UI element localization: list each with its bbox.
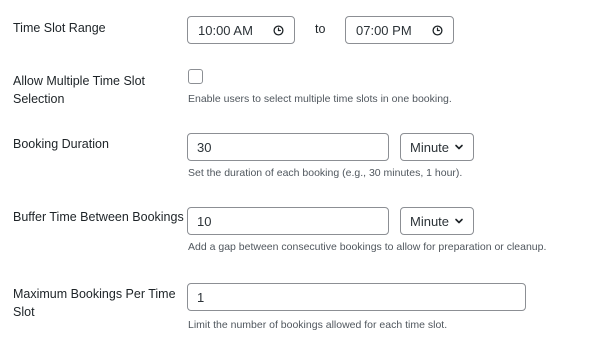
max-bookings-input[interactable]: 1 — [187, 283, 526, 311]
buffer-time-value: 10 — [197, 213, 212, 229]
booking-duration-description: Set the duration of each booking (e.g., … — [188, 167, 463, 179]
booking-duration-input[interactable]: 30 — [187, 133, 389, 161]
clock-icon[interactable] — [432, 24, 443, 36]
start-time-input[interactable]: 10:00 AM — [187, 16, 295, 44]
start-time-value: 10:00 AM — [198, 22, 253, 38]
end-time-value: 07:00 PM — [356, 22, 412, 38]
multiple-slot-checkbox[interactable] — [188, 69, 203, 84]
time-range-separator: to — [315, 22, 326, 36]
clock-icon[interactable] — [273, 24, 284, 36]
buffer-time-unit-select[interactable]: Minute — [400, 207, 474, 235]
multiple-slot-description: Enable users to select multiple time slo… — [188, 93, 452, 105]
buffer-time-label: Buffer Time Between Bookings — [13, 210, 184, 224]
buffer-time-description: Add a gap between consecutive bookings t… — [188, 241, 547, 253]
end-time-input[interactable]: 07:00 PM — [345, 16, 454, 44]
booking-duration-unit-select[interactable]: Minute — [400, 133, 474, 161]
max-bookings-value: 1 — [197, 289, 205, 305]
chevron-down-icon — [455, 144, 463, 150]
chevron-down-icon — [455, 218, 463, 224]
booking-duration-label: Booking Duration — [13, 137, 109, 151]
buffer-time-input[interactable]: 10 — [187, 207, 389, 235]
multiple-slot-label: Allow Multiple Time Slot Selection — [13, 74, 145, 106]
max-bookings-description: Limit the number of bookings allowed for… — [188, 319, 448, 331]
booking-duration-unit: Minute — [410, 139, 450, 155]
time-slot-range-label: Time Slot Range — [13, 21, 106, 35]
max-bookings-label: Maximum Bookings Per Time Slot — [13, 287, 176, 319]
buffer-time-unit: Minute — [410, 213, 450, 229]
booking-duration-value: 30 — [197, 139, 212, 155]
